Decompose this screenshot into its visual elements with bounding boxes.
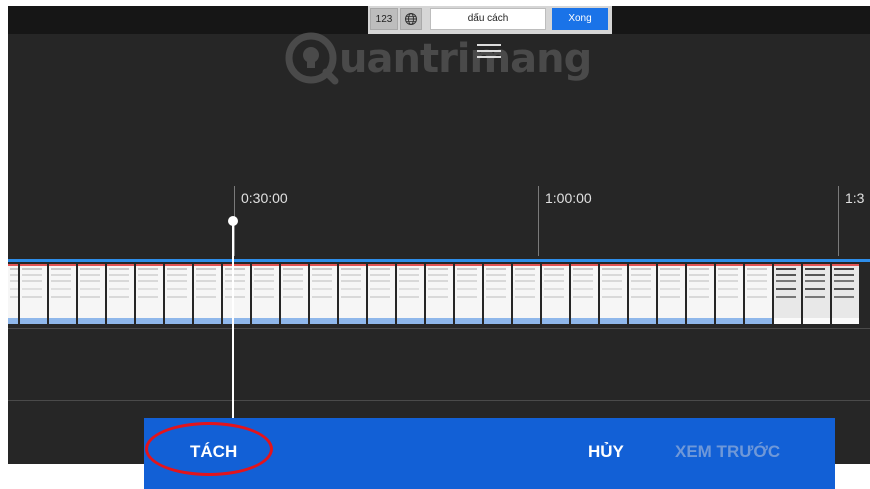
- space-key[interactable]: dấu cách: [430, 8, 546, 30]
- numbers-key[interactable]: 123: [370, 8, 398, 30]
- watermark: uantrimang: [283, 30, 613, 100]
- track-divider: [8, 328, 870, 329]
- frame-thumbnail: [658, 264, 685, 324]
- frame-thumbnail: [687, 264, 714, 324]
- frame-thumbnail: [339, 264, 366, 324]
- globe-key[interactable]: [400, 8, 422, 30]
- frame-thumbnail: [310, 264, 337, 324]
- playhead-handle[interactable]: [228, 216, 238, 226]
- frame-thumbnail: [571, 264, 598, 324]
- frame-thumbnail: [513, 264, 540, 324]
- watermark-text: uantrimang: [339, 36, 592, 82]
- frame-thumbnail: [455, 264, 482, 324]
- frame-thumbnail: [78, 264, 105, 324]
- frame-thumbnail: [49, 264, 76, 324]
- frame-thumbnail: [397, 264, 424, 324]
- frame-thumbnail: [136, 264, 163, 324]
- track-divider: [8, 400, 870, 401]
- frame-thumbnail: [107, 264, 134, 324]
- frame-thumbnail: [629, 264, 656, 324]
- done-key[interactable]: Xong: [552, 8, 608, 30]
- globe-icon: [405, 13, 417, 25]
- frame-thumbnail: [745, 264, 772, 324]
- frame-thumbnail: [368, 264, 395, 324]
- cancel-button[interactable]: HỦY: [588, 442, 624, 462]
- frame-thumbnail: [542, 264, 569, 324]
- frame-thumbnail: [832, 264, 859, 324]
- lightbulb-icon: [285, 32, 339, 85]
- frame-thumbnail: [803, 264, 830, 324]
- frame-thumbnail: [281, 264, 308, 324]
- highlight-circle: [145, 422, 273, 476]
- video-editor: 123 dấu cách Xong uantrimang 0:30:00 1:0…: [8, 6, 870, 464]
- frame-thumbnail: [774, 264, 801, 324]
- frame-thumbnail: [716, 264, 743, 324]
- frame-thumbnail: [484, 264, 511, 324]
- frame-thumbnail: [165, 264, 192, 324]
- playhead[interactable]: [232, 220, 234, 420]
- track-top-line: [8, 259, 870, 262]
- frame-thumbnail: [426, 264, 453, 324]
- timeline-mark-label: 0:30:00: [241, 190, 288, 206]
- frame-thumbnail: [20, 264, 47, 324]
- timeline-mark-label: 1:00:00: [545, 190, 592, 206]
- timeline-mark-label: 1:3: [845, 190, 865, 206]
- frame-thumbnail: [194, 264, 221, 324]
- preview-button[interactable]: XEM TRƯỚC: [675, 442, 780, 462]
- frame-thumbnail: [600, 264, 627, 324]
- frame-thumbnail: [8, 264, 18, 324]
- timeline-tick: [538, 186, 539, 256]
- hamburger-menu-icon[interactable]: [477, 44, 501, 58]
- frame-thumbnail: [252, 264, 279, 324]
- timeline-tick: [838, 186, 839, 256]
- frame-thumbnail: [223, 264, 250, 324]
- video-track[interactable]: [8, 264, 870, 324]
